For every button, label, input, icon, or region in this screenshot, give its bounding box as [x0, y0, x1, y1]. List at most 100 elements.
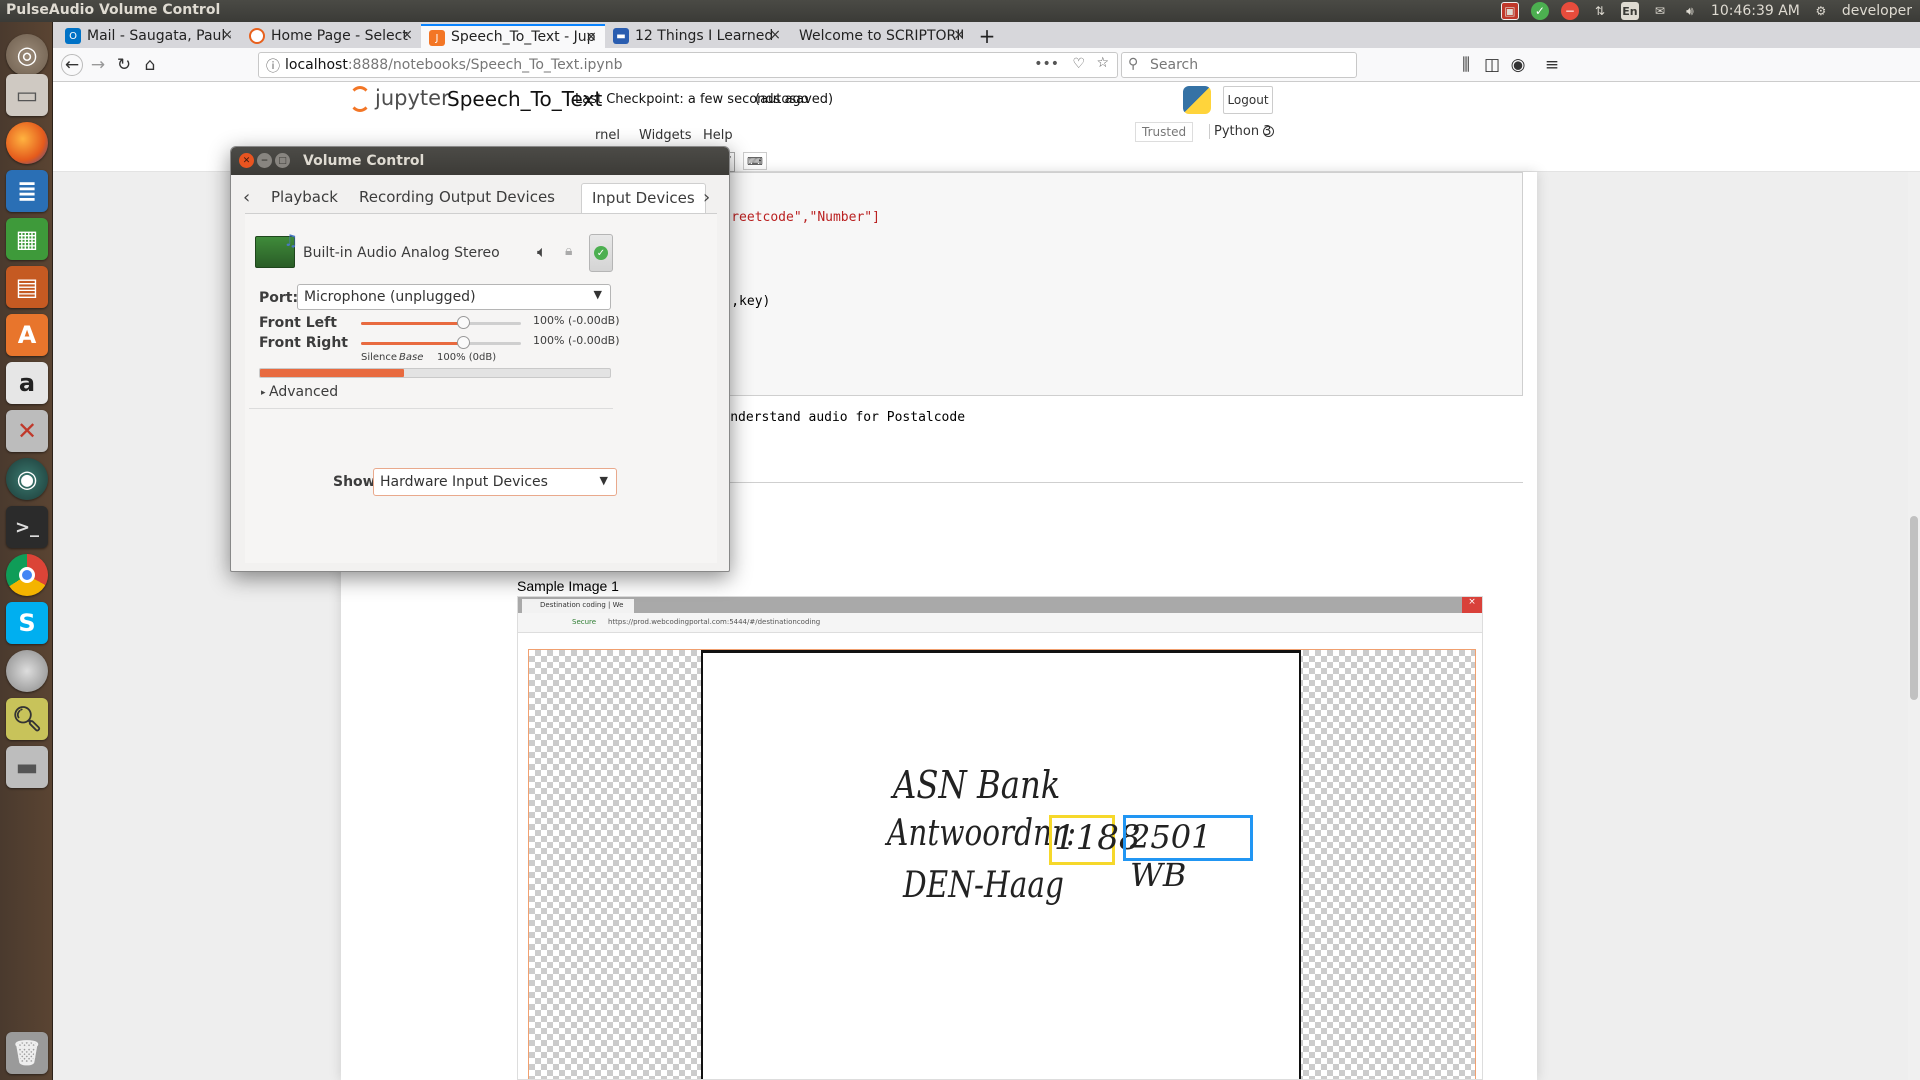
- sound-card-icon: ♫: [255, 231, 298, 268]
- forward-arrow-icon[interactable]: →: [87, 54, 109, 76]
- window-titlebar[interactable]: ✕ − □ Volume Control: [231, 147, 729, 175]
- python-logo-icon: [1183, 86, 1211, 114]
- settings-gear-icon[interactable]: ⚙: [1812, 2, 1830, 20]
- close-window-icon[interactable]: ✕: [239, 153, 254, 168]
- kernel-idle-indicator-icon: [1263, 126, 1274, 137]
- close-icon[interactable]: ×: [221, 27, 233, 43]
- top-panel: PulseAudio Volume Control ▣ ✓ − ⇅ En ✉ 🔊…: [0, 0, 1920, 22]
- skype-icon[interactable]: S: [6, 602, 48, 644]
- new-tab-button[interactable]: +: [973, 24, 1001, 48]
- tabs-scroll-right-icon[interactable]: ›: [703, 187, 710, 208]
- outlook-icon: O: [65, 28, 81, 44]
- scale-100-label: 100% (0dB): [437, 352, 497, 363]
- close-icon[interactable]: ×: [585, 29, 597, 45]
- scrollbar-thumb[interactable]: [1910, 516, 1918, 700]
- keyboard-shortcuts-icon[interactable]: ⌨: [743, 152, 767, 170]
- chrome-icon[interactable]: [6, 554, 48, 596]
- minimize-window-icon[interactable]: −: [257, 153, 272, 168]
- home-icon[interactable]: ⌂: [139, 54, 161, 76]
- drive-icon[interactable]: ▬: [6, 746, 48, 788]
- tab-scriptorium[interactable]: Welcome to SCRIPTORIUM ×: [789, 24, 973, 48]
- set-default-button[interactable]: ✓: [589, 234, 613, 272]
- system-settings-icon[interactable]: ✕: [6, 410, 48, 452]
- tab-output-devices[interactable]: Output Devices: [429, 183, 565, 213]
- sidebar-icon[interactable]: ◫: [1481, 54, 1503, 76]
- reload-icon[interactable]: ↻: [113, 54, 135, 76]
- terminal-icon[interactable]: >_: [6, 506, 48, 548]
- firefox-icon[interactable]: [6, 122, 48, 164]
- volume-control-window: ✕ − □ Volume Control ‹ Playback Recordin…: [230, 146, 730, 572]
- volume-icon[interactable]: 🔊︎: [1681, 2, 1699, 20]
- device-name: Built-in Audio Analog Stereo: [303, 245, 500, 261]
- info-icon[interactable]: ⓘ: [266, 56, 280, 76]
- url-bar[interactable]: ⓘ localhost:8888/notebooks/Speech_To_Tex…: [258, 52, 1118, 78]
- trash-icon[interactable]: 🗑︎: [6, 1032, 48, 1074]
- pocket-icon[interactable]: ♡: [1072, 56, 1085, 72]
- search-input[interactable]: ⚲ Search: [1121, 52, 1357, 78]
- page-scrollbar[interactable]: [1908, 172, 1920, 1080]
- amazon-icon[interactable]: a: [6, 362, 48, 404]
- logout-button[interactable]: Logout: [1223, 86, 1273, 114]
- calc-icon[interactable]: ▦: [6, 218, 48, 260]
- close-icon[interactable]: ×: [769, 27, 781, 43]
- embedded-close-icon: ×: [1462, 597, 1482, 613]
- tab-playback[interactable]: Playback: [261, 183, 348, 213]
- impress-icon[interactable]: ▤: [6, 266, 48, 308]
- search-icon: ⚲: [1128, 56, 1139, 72]
- username[interactable]: developer: [1842, 3, 1912, 19]
- trusted-badge[interactable]: Trusted: [1135, 122, 1194, 142]
- tab-input-devices[interactable]: Input Devices: [581, 183, 706, 213]
- account-icon[interactable]: ◉: [1507, 54, 1529, 76]
- jupyter-header: jupyter Speech_To_Text Last Checkpoint: …: [53, 82, 1920, 118]
- dash-home-icon[interactable]: ◎: [6, 34, 48, 76]
- mute-speaker-icon[interactable]: 🔈︎: [537, 242, 547, 262]
- disk-usage-icon[interactable]: [6, 650, 48, 692]
- page-actions-icon[interactable]: •••: [1034, 56, 1059, 72]
- jupyter-logo-text[interactable]: jupyter: [375, 86, 450, 110]
- no-entry-icon[interactable]: −: [1560, 2, 1579, 20]
- input-devices-panel: ♫ Built-in Audio Analog Stereo 🔈︎ 🔒︎ ✓ P…: [245, 213, 717, 563]
- tab-speech-to-text[interactable]: J Speech_To_Text - Jupyte ×: [421, 24, 605, 48]
- update-ok-icon[interactable]: ✓: [1530, 2, 1549, 20]
- gitkraken-icon[interactable]: ◉: [6, 458, 48, 500]
- divider: [249, 408, 613, 409]
- tabs-scroll-left-icon[interactable]: ‹: [243, 187, 250, 208]
- bookmark-star-icon[interactable]: ☆: [1096, 55, 1109, 71]
- tab-label: Mail - Saugata, Paul - Ou: [87, 28, 231, 44]
- menu-help[interactable]: Help: [703, 128, 733, 143]
- network-arrows-icon[interactable]: ⇅: [1591, 2, 1609, 20]
- back-arrow-icon[interactable]: ←: [61, 54, 83, 76]
- front-left-slider-knob[interactable]: [457, 316, 470, 329]
- streetcode-highlight: 2501 WB: [1123, 815, 1253, 894]
- browser-tab-bar: O Mail - Saugata, Paul - Ou × Home Page …: [53, 22, 1920, 48]
- show-filter-select[interactable]: Hardware Input Devices ▼: [373, 468, 617, 496]
- maximize-window-icon[interactable]: □: [275, 153, 290, 168]
- tab-mail[interactable]: O Mail - Saugata, Paul - Ou ×: [57, 24, 241, 48]
- blog-icon: ▬: [613, 28, 629, 44]
- mail-icon[interactable]: ✉: [1651, 2, 1669, 20]
- writer-icon[interactable]: ≣: [6, 170, 48, 212]
- library-icon[interactable]: ⫼: [1455, 54, 1477, 76]
- expander-arrow-icon[interactable]: ▸: [261, 388, 266, 398]
- tab-home-page[interactable]: Home Page - Select or cr ×: [241, 24, 421, 48]
- keyboard-layout-indicator[interactable]: En: [1620, 2, 1639, 20]
- image-viewer-icon[interactable]: 🔍︎: [6, 698, 48, 740]
- lock-channels-icon[interactable]: 🔒︎: [565, 243, 572, 259]
- advanced-expander[interactable]: Advanced: [269, 384, 338, 400]
- jupyter-logo-icon[interactable]: [349, 86, 371, 112]
- clock[interactable]: 10:46:39 AM: [1711, 3, 1800, 19]
- embedded-url: https://prod.webcodingportal.com:5444/#/…: [608, 618, 821, 626]
- port-select[interactable]: Microphone (unplugged) ▼: [297, 284, 611, 310]
- menu-kernel[interactable]: rnel: [595, 128, 620, 143]
- record-indicator-icon[interactable]: ▣: [1500, 2, 1519, 20]
- close-icon[interactable]: ×: [953, 27, 965, 43]
- tab-12-things[interactable]: ▬ 12 Things I Learned Duri ×: [605, 24, 789, 48]
- close-icon[interactable]: ×: [401, 27, 413, 43]
- software-center-icon[interactable]: A: [6, 314, 48, 356]
- files-icon[interactable]: ▭: [6, 74, 48, 116]
- front-right-slider-knob[interactable]: [457, 336, 470, 349]
- menu-widgets[interactable]: Widgets: [639, 128, 692, 143]
- port-value: Microphone (unplugged): [304, 289, 476, 305]
- port-label: Port:: [259, 290, 299, 306]
- hamburger-menu-icon[interactable]: ≡: [1541, 54, 1563, 76]
